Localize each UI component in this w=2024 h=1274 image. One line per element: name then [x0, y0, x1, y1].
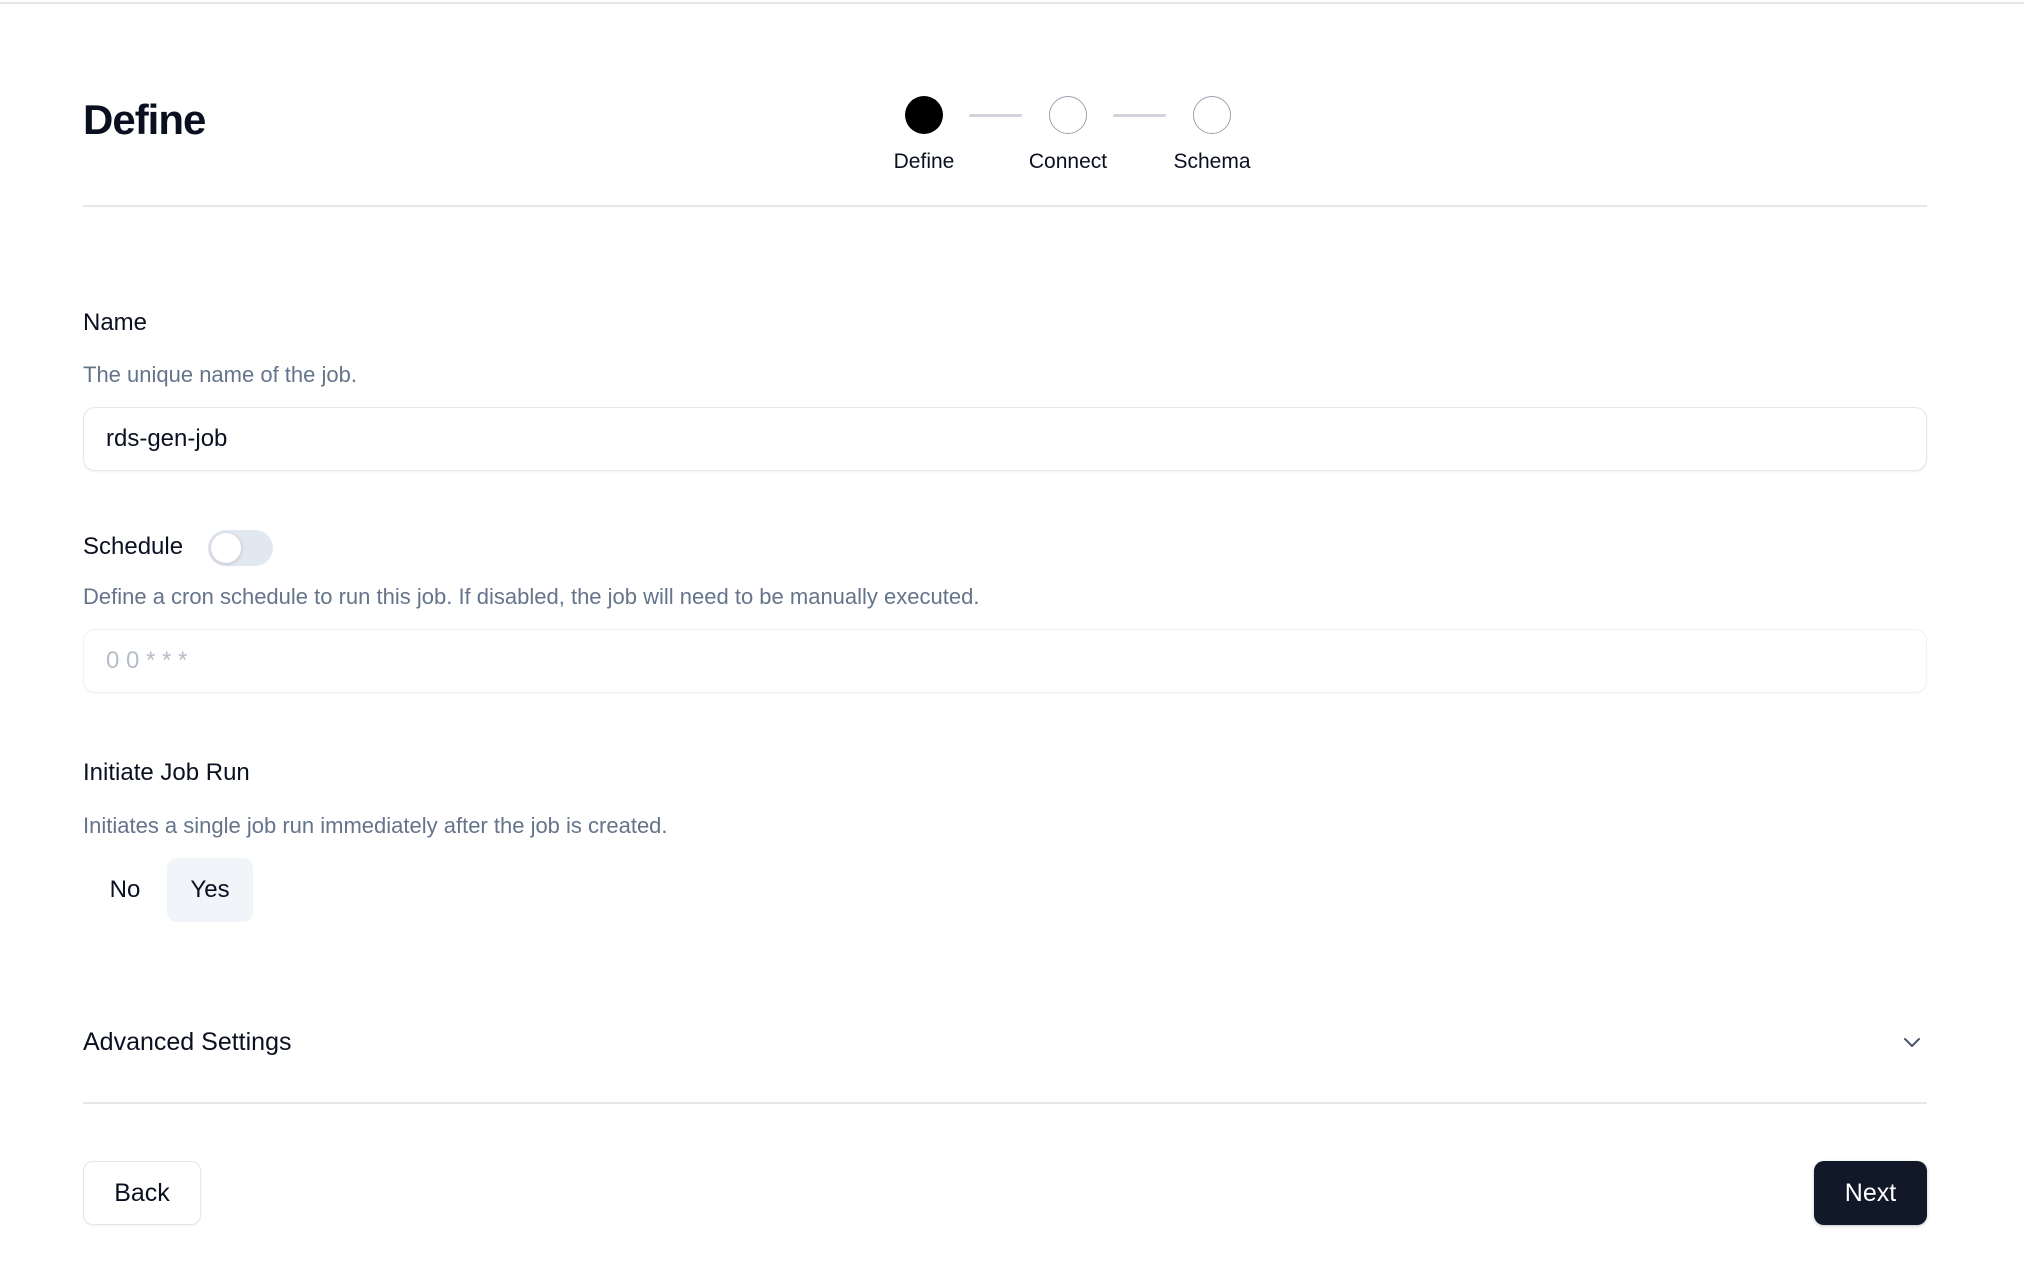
option-yes-button[interactable]: Yes [167, 858, 253, 922]
initiate-job-run-label: Initiate Job Run [83, 759, 250, 786]
step-label-define: Define [893, 150, 955, 173]
name-label: Name [83, 309, 148, 336]
top-border [0, 2, 2024, 4]
cron-schedule-input[interactable] [83, 629, 1927, 693]
advanced-settings-title: Advanced Settings [83, 1028, 292, 1056]
step-label-connect: Connect [1028, 150, 1108, 173]
step-indicator-schema[interactable] [1193, 96, 1231, 134]
advanced-settings-accordion[interactable]: Advanced Settings [83, 1010, 1927, 1076]
step-indicator-define[interactable] [905, 96, 943, 134]
chevron-down-icon [1904, 1038, 1920, 1047]
advanced-settings-divider [83, 1102, 1927, 1104]
page-title: Define [83, 96, 206, 143]
name-input[interactable] [83, 407, 1927, 471]
step-label-schema: Schema [1173, 150, 1251, 173]
name-description: The unique name of the job. [83, 362, 357, 387]
option-no-button[interactable]: No [83, 858, 167, 922]
initiate-job-run-description: Initiates a single job run immediately a… [83, 813, 668, 838]
toggle-knob [211, 533, 241, 563]
step-connector [969, 114, 1022, 117]
schedule-toggle[interactable] [208, 530, 273, 566]
back-button[interactable]: Back [83, 1161, 201, 1225]
header-divider [83, 205, 1927, 207]
step-indicator-connect[interactable] [1049, 96, 1087, 134]
step-connector [1113, 114, 1166, 117]
next-button[interactable]: Next [1814, 1161, 1927, 1225]
schedule-label: Schedule [83, 533, 184, 560]
schedule-description: Define a cron schedule to run this job. … [83, 584, 980, 609]
